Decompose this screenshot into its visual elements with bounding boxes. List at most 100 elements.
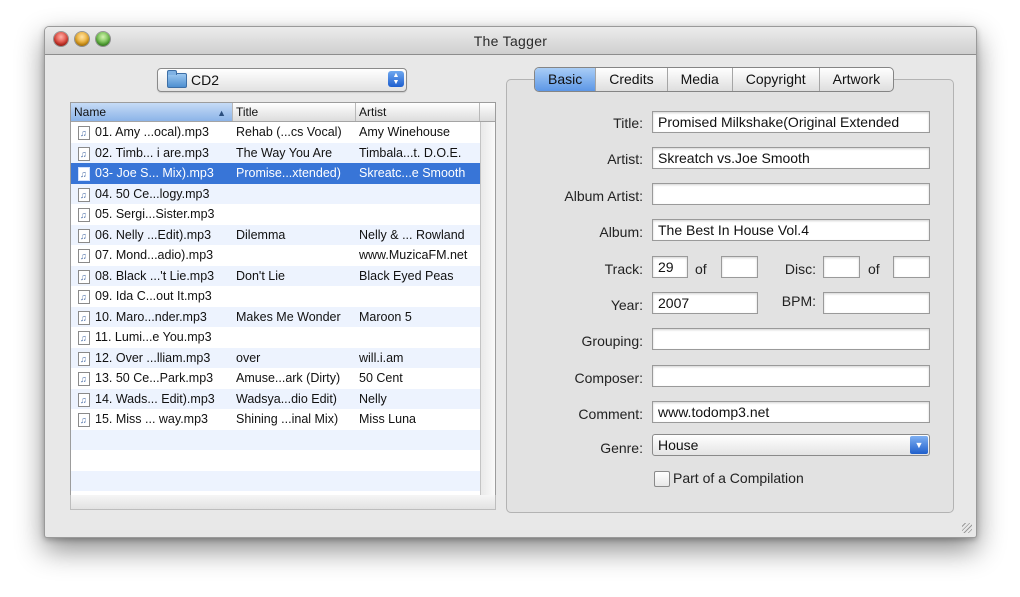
audio-file-icon bbox=[78, 123, 90, 144]
cell-name: 14. Wads... Edit).mp3 bbox=[95, 391, 215, 406]
grouping-label: Grouping: bbox=[581, 333, 643, 349]
cell-name: 12. Over ...lliam.mp3 bbox=[95, 350, 211, 365]
list-header: Name ▲ Title Artist bbox=[71, 103, 495, 122]
cell-title: Promise...xtended) bbox=[236, 166, 341, 180]
table-row[interactable]: 01. Amy ...ocal).mp3 Rehab (...cs Vocal) A… bbox=[71, 122, 480, 144]
cell-artist: Nelly bbox=[359, 391, 387, 406]
title-field[interactable]: Promised Milkshake(Original Extended bbox=[652, 111, 930, 133]
compilation-checkbox[interactable] bbox=[654, 471, 670, 487]
composer-label: Composer: bbox=[574, 370, 643, 386]
cell-title: Makes Me Wonder bbox=[236, 309, 341, 324]
genre-value: House bbox=[658, 437, 699, 453]
table-row[interactable]: 08. Black ...'t Lie.mp3 Don't Lie Black Ey… bbox=[71, 265, 480, 287]
horizontal-scrollbar[interactable] bbox=[70, 495, 496, 510]
title-bar[interactable]: The Tagger bbox=[45, 27, 976, 55]
audio-file-icon bbox=[78, 164, 90, 185]
cell-artist: Nelly & ... Rowland bbox=[359, 227, 465, 242]
audio-file-icon bbox=[78, 349, 90, 369]
tab-media[interactable]: Media bbox=[666, 68, 732, 91]
file-rows: 01. Amy ...ocal).mp3 Rehab (...cs Vocal) A… bbox=[71, 122, 480, 491]
table-row[interactable]: 13. 50 Ce...Park.mp3 Amuse...ark (Dirty) 5… bbox=[71, 368, 480, 390]
album-artist-field[interactable] bbox=[652, 183, 930, 205]
cell-title: Amuse...ark (Dirty) bbox=[236, 371, 341, 385]
album-artist-label: Album Artist: bbox=[564, 188, 643, 204]
compilation-label[interactable]: Part of a Compilation bbox=[673, 470, 873, 486]
table-row[interactable]: 03- Joe S... Mix).mp3 Promise...xtended) S… bbox=[71, 163, 480, 185]
cell-artist: Miss Luna bbox=[359, 412, 416, 426]
composer-field[interactable] bbox=[652, 365, 930, 387]
table-row[interactable]: 15. Miss ... way.mp3 Shining ...inal Mix)… bbox=[71, 409, 480, 431]
tab-artwork[interactable]: Artwork bbox=[818, 68, 893, 91]
genre-select[interactable]: House ▼ bbox=[652, 434, 930, 456]
table-row[interactable]: 06. Nelly ...Edit).mp3 Dilemma Nelly & ...… bbox=[71, 224, 480, 246]
cell-title: Dilemma bbox=[236, 227, 286, 242]
vertical-scrollbar[interactable] bbox=[480, 122, 495, 496]
resize-grip-icon[interactable] bbox=[962, 523, 972, 533]
cell-name: 11. Lumi...e You.mp3 bbox=[95, 330, 212, 344]
tab-bar: Basic Credits Media Copyright Artwork bbox=[534, 67, 895, 92]
audio-file-icon bbox=[78, 246, 90, 267]
table-row[interactable]: 14. Wads... Edit).mp3 Wadsya...dio Edit) N… bbox=[71, 388, 480, 410]
disc-total-field[interactable] bbox=[893, 256, 930, 278]
cell-name: 09. Ida C...out It.mp3 bbox=[95, 289, 212, 303]
table-row[interactable] bbox=[71, 450, 480, 471]
comment-field[interactable]: www.todomp3.net bbox=[652, 401, 930, 423]
column-header-name[interactable]: Name ▲ bbox=[71, 103, 233, 121]
table-row[interactable]: 02. Timb... i are.mp3 The Way You Are Timb… bbox=[71, 142, 480, 164]
table-row[interactable] bbox=[71, 470, 480, 491]
artist-field[interactable]: Skreatch vs.Joe Smooth bbox=[652, 147, 930, 169]
audio-file-icon bbox=[78, 410, 90, 431]
popup-arrows-icon: ▲ ▼ bbox=[388, 71, 404, 87]
tab-credits[interactable]: Credits bbox=[595, 68, 666, 91]
title-label: Title: bbox=[613, 115, 643, 131]
folder-popup-button[interactable]: CD2 ▲ ▼ bbox=[157, 68, 407, 92]
column-header-artist[interactable]: Artist bbox=[356, 103, 480, 121]
tab-basic[interactable]: Basic bbox=[535, 68, 596, 91]
cell-artist: Timbala...t. D.O.E. bbox=[359, 145, 462, 160]
track-total-field[interactable] bbox=[721, 256, 758, 278]
file-list-table[interactable]: Name ▲ Title Artist 01. Amy ...ocal).mp3… bbox=[70, 102, 496, 497]
cell-name: 03- Joe S... Mix).mp3 bbox=[95, 166, 214, 180]
genre-label: Genre: bbox=[600, 440, 643, 456]
cell-title: Wadsya...dio Edit) bbox=[236, 391, 337, 406]
audio-file-icon bbox=[78, 328, 90, 349]
column-header-title[interactable]: Title bbox=[233, 103, 356, 121]
bpm-field[interactable] bbox=[823, 292, 930, 314]
cell-name: 06. Nelly ...Edit).mp3 bbox=[95, 227, 212, 242]
table-row[interactable]: 05. Sergi...Sister.mp3 bbox=[71, 204, 480, 226]
cell-name: 01. Amy ...ocal).mp3 bbox=[95, 125, 209, 139]
artist-label: Artist: bbox=[607, 151, 643, 167]
disc-label: Disc: bbox=[784, 261, 816, 277]
table-row[interactable]: 12. Over ...lliam.mp3 over will.i.am bbox=[71, 347, 480, 369]
audio-file-icon bbox=[78, 205, 90, 226]
table-row[interactable]: 07. Mond...adio).mp3 www.MuzicaFM.net bbox=[71, 245, 480, 267]
cell-artist: Maroon 5 bbox=[359, 309, 412, 324]
track-number-field[interactable]: 29 bbox=[652, 256, 688, 278]
cell-name: 05. Sergi...Sister.mp3 bbox=[95, 207, 215, 221]
cell-title: Don't Lie bbox=[236, 268, 285, 283]
app-window: The Tagger CD2 ▲▼ Name ▲ Title Artist 01… bbox=[44, 26, 977, 538]
table-row[interactable]: 10. Maro...nder.mp3 Makes Me Wonder Maroon… bbox=[71, 306, 480, 328]
year-field[interactable]: 2007 bbox=[652, 292, 758, 314]
disc-number-field[interactable] bbox=[823, 256, 860, 278]
column-header-name-label: Name bbox=[74, 105, 107, 119]
folder-icon bbox=[167, 70, 187, 88]
album-field[interactable]: The Best In House Vol.4 bbox=[652, 219, 930, 241]
audio-file-icon bbox=[78, 185, 90, 205]
cell-name: 15. Miss ... way.mp3 bbox=[95, 412, 208, 426]
album-label: Album: bbox=[599, 224, 643, 240]
table-row[interactable]: 04. 50 Ce...logy.mp3 bbox=[71, 183, 480, 205]
grouping-field[interactable] bbox=[652, 328, 930, 350]
cell-artist: will.i.am bbox=[359, 350, 404, 365]
tab-copyright[interactable]: Copyright bbox=[731, 68, 819, 91]
cell-title: The Way You Are bbox=[236, 145, 333, 160]
cell-artist: 50 Cent bbox=[359, 371, 403, 385]
audio-file-icon bbox=[78, 144, 90, 164]
table-row[interactable]: 11. Lumi...e You.mp3 bbox=[71, 327, 480, 349]
table-row[interactable] bbox=[71, 429, 480, 450]
table-row[interactable]: 09. Ida C...out It.mp3 bbox=[71, 286, 480, 308]
cell-artist: Skreatc...e Smooth bbox=[359, 166, 466, 180]
cell-artist: Amy Winehouse bbox=[359, 125, 451, 139]
comment-label: Comment: bbox=[578, 406, 643, 422]
audio-file-icon bbox=[78, 308, 90, 328]
